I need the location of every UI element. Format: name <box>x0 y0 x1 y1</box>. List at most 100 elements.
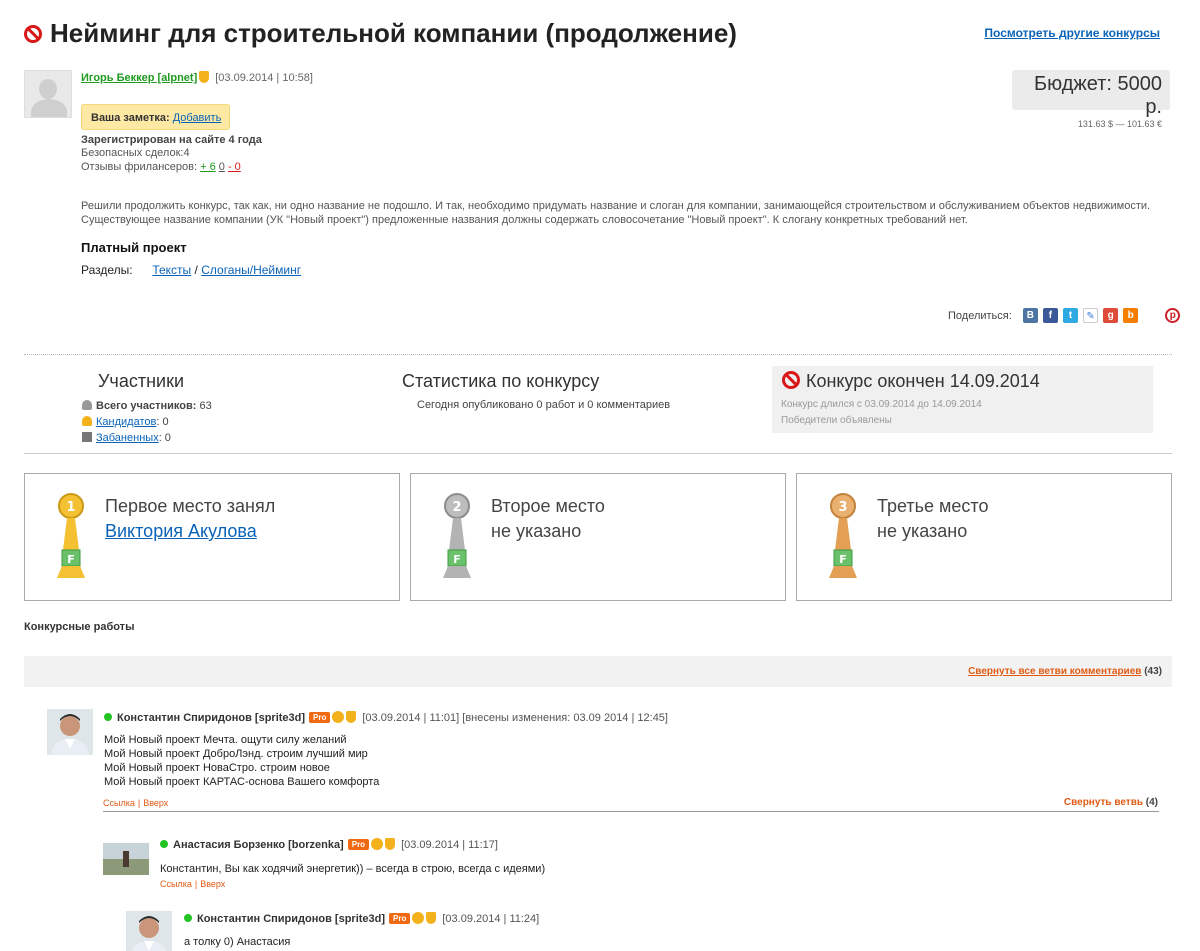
ban-icon <box>24 25 42 43</box>
note-box: Ваша заметка: Добавить <box>81 104 230 130</box>
divider <box>103 811 1159 812</box>
comment-header: Константин Спиридонов [sprite3d] Pro [03.0… <box>104 711 668 724</box>
project-description: Решили продолжить конкурс, так как, ни о… <box>81 200 1151 226</box>
place-first-winner-link[interactable]: Виктория Акулова <box>105 521 257 541</box>
reviews-neutral-link[interactable]: 0 <box>219 161 225 173</box>
collapse-bar: Свернуть все ветви комментариев (43) <box>24 656 1172 687</box>
comment-up-button[interactable]: Вверх <box>143 798 168 808</box>
place-third-label: Третье место <box>877 496 989 516</box>
avatar[interactable] <box>126 911 172 951</box>
pro-badge: Pro <box>389 913 411 924</box>
comment-author[interactable]: Анастасия Борзенко [borzenka] <box>173 839 344 851</box>
author-line: Игорь Беккер [alpnet] [03.09.2014 | 10:58… <box>81 71 313 84</box>
comment-line: Мой Новый проект ДоброЛэнд. строим лучши… <box>104 748 368 760</box>
svg-text:1: 1 <box>66 500 75 515</box>
stats-today: Сегодня опубликовано 0 работ и 0 коммент… <box>417 399 671 411</box>
comment-author[interactable]: Константин Спиридонов [sprite3d] <box>197 913 385 925</box>
sections-label: Разделы: <box>81 263 133 277</box>
comment-line: Мой Новый проект НоваСтро. строим новое <box>104 762 330 774</box>
verified-shield-icon <box>426 912 437 924</box>
svg-text:F: F <box>67 553 75 566</box>
candidates-link[interactable]: Кандидатов <box>96 416 156 428</box>
verified-check-icon <box>332 711 345 723</box>
online-status-icon <box>160 840 168 848</box>
contest-ended-box: Конкурс окончен 14.09.2014 Конкурс длилс… <box>772 366 1153 433</box>
works-title: Конкурсные работы <box>24 621 135 633</box>
livejournal-share-icon[interactable]: ✎ <box>1083 308 1099 323</box>
comment-line: Мой Новый проект КАРТАС-основа Вашего ко… <box>104 776 380 788</box>
banned-link[interactable]: Забаненных <box>96 432 159 444</box>
reviews-negative-link[interactable]: - 0 <box>228 161 241 173</box>
place-third-status: не указано <box>877 521 968 541</box>
googleplus-share-icon[interactable]: g <box>1103 308 1119 323</box>
place-first-label: Первое место занял <box>105 496 276 516</box>
place-second-card: 2 F Второе место не указано <box>410 473 786 601</box>
stats-title: Статистика по конкурсу <box>402 371 600 391</box>
safe-deals-text: Безопасных сделок:4 <box>81 147 190 159</box>
pinterest-share-icon[interactable]: p <box>1165 308 1181 323</box>
online-status-icon <box>104 713 112 721</box>
section-texts-link[interactable]: Тексты <box>152 263 191 277</box>
svg-text:F: F <box>839 553 847 566</box>
title-row: Нейминг для строительной компании (продо… <box>24 18 1172 52</box>
banned-icon <box>82 432 92 442</box>
comment-text: а толку 0) Анастасия <box>184 936 291 948</box>
divider <box>24 354 1172 355</box>
author-name-link[interactable]: Игорь Беккер [alpnet] <box>81 72 197 84</box>
user-icon <box>82 400 92 410</box>
share-label: Поделиться: <box>948 309 1012 322</box>
budget-box: Бюджет: 5000 р. 131.63 $ — 101.63 € <box>1012 70 1170 129</box>
comment-date: [03.09.2014 | 11:01] [внесены изменения:… <box>362 712 668 724</box>
comment-date: [03.09.2014 | 11:24] <box>442 913 540 925</box>
comment-link-button[interactable]: Ссылка <box>103 798 135 808</box>
verified-check-icon <box>412 912 425 924</box>
collapse-all-link[interactable]: Свернуть все ветви комментариев <box>968 666 1141 677</box>
gold-trophy-icon: 1 F <box>57 493 85 578</box>
contest-ended-title: Конкурс окончен 14.09.2014 <box>806 371 1040 391</box>
verified-shield-icon <box>199 71 210 83</box>
twitter-share-icon[interactable]: t <box>1063 308 1078 323</box>
vk-share-icon[interactable]: B <box>1022 308 1038 323</box>
comment-date: [03.09.2014 | 11:17] <box>401 839 498 851</box>
verified-check-icon <box>371 838 384 850</box>
budget-conversion: 131.63 $ — 101.63 € <box>1077 119 1162 129</box>
facebook-share-icon[interactable]: f <box>1042 308 1058 323</box>
svg-text:2: 2 <box>452 500 461 515</box>
author-avatar[interactable] <box>24 70 72 118</box>
participants-total-value: 63 <box>199 400 212 412</box>
other-contests-link[interactable]: Посмотреть другие конкурсы <box>984 26 1160 40</box>
comment-text: Мой Новый проект Мечта. ощути силу желан… <box>104 733 379 789</box>
comment-author[interactable]: Константин Спиридонов [sprite3d] <box>117 712 305 724</box>
banned-value: : 0 <box>158 432 171 444</box>
silver-trophy-icon: 2 F <box>443 493 471 578</box>
comment-up-button[interactable]: Вверх <box>200 879 225 889</box>
collapse-branch-count: (4) <box>1145 797 1158 808</box>
comment-header: Константин Спиридонов [sprite3d] Pro [03.0… <box>184 912 539 925</box>
blogger-share-icon[interactable]: b <box>1123 308 1139 323</box>
sections-row: Разделы: Тексты / Слоганы/Нейминг <box>81 263 301 277</box>
pro-badge: Pro <box>309 712 331 723</box>
place-third-card: 3 F Третье место не указано <box>796 473 1172 601</box>
bronze-trophy-icon: 3 F <box>829 493 857 578</box>
comment-header: Анастасия Борзенко [borzenka] Pro [03.09.2… <box>160 838 498 851</box>
note-add-link[interactable]: Добавить <box>173 112 222 124</box>
collapse-all-count: (43) <box>1144 666 1162 677</box>
paid-project-label: Платный проект <box>81 240 187 255</box>
divider <box>24 453 1172 454</box>
registered-text: Зарегистрирован на сайте 4 года <box>81 134 262 146</box>
place-first-card: 1 F Первое место занял Виктория Акулова <box>24 473 400 601</box>
note-label: Ваша заметка: <box>91 112 170 124</box>
contest-duration: Конкурс длился с 03.09.2014 до 14.09.201… <box>781 399 982 410</box>
pro-badge: Pro <box>347 839 370 850</box>
participants-title: Участники <box>98 371 184 391</box>
section-naming-link[interactable]: Слоганы/Нейминг <box>201 263 301 277</box>
avatar[interactable] <box>103 843 149 875</box>
contest-winners-status: Победители объявлены <box>781 415 892 426</box>
reviews-positive-link[interactable]: + 6 <box>200 161 216 173</box>
comment-link-button[interactable]: Ссылка <box>160 879 192 889</box>
budget-value: Бюджет: 5000 р. <box>1034 73 1162 118</box>
place-second-label: Второе место <box>491 496 605 516</box>
avatar[interactable] <box>47 709 93 755</box>
collapse-branch-link[interactable]: Свернуть ветвь <box>1064 797 1143 808</box>
author-date: [03.09.2014 | 10:58] <box>215 72 313 84</box>
